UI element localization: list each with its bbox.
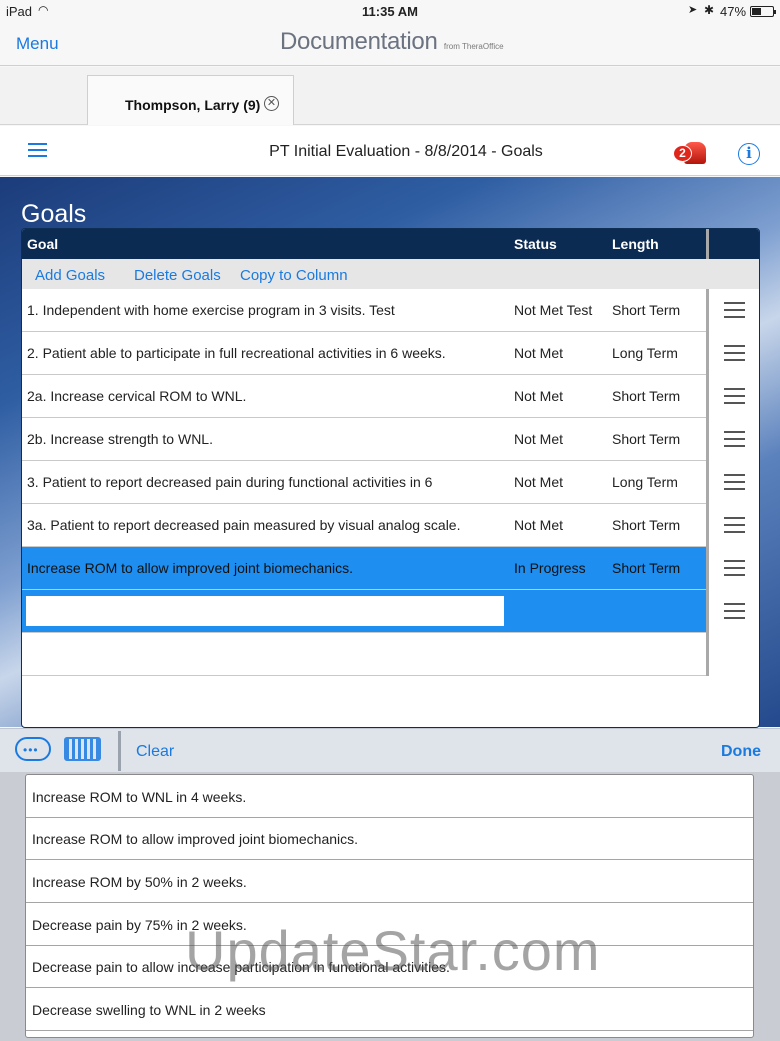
reorder-handle-icon[interactable] bbox=[724, 345, 745, 361]
battery-icon bbox=[750, 6, 776, 17]
logo-text: Documentation bbox=[280, 28, 438, 55]
suggestion-item[interactable]: Decrease pain by 75% in 2 weeks. bbox=[26, 903, 753, 946]
table-toolbar: Add Goals Delete Goals Copy to Column bbox=[22, 259, 759, 289]
status-cell: Not Met bbox=[514, 474, 564, 490]
suggestion-text: Decrease pain by 75% in 2 weeks. bbox=[32, 917, 247, 933]
done-button[interactable]: Done bbox=[721, 743, 761, 761]
logo-subtitle: from TheraOffice bbox=[443, 42, 504, 51]
length-cell: Short Term bbox=[612, 517, 681, 533]
reorder-handle-icon[interactable] bbox=[724, 517, 745, 533]
alert-count-badge: 2 bbox=[673, 145, 692, 162]
battery-fill bbox=[752, 8, 762, 15]
column-divider bbox=[706, 229, 709, 259]
reorder-handle-icon[interactable] bbox=[724, 431, 745, 447]
goals-table: Goal Status Length Add Goals Delete Goal… bbox=[21, 228, 760, 728]
suggestion-text: Increase ROM by 50% in 2 weeks. bbox=[32, 874, 247, 890]
bluetooth-icon: ✱ bbox=[704, 3, 715, 17]
row-handle-area bbox=[706, 289, 759, 332]
clear-button[interactable]: Clear bbox=[136, 743, 174, 761]
form-header: PT Initial Evaluation - 8/8/2014 - Goals… bbox=[0, 126, 780, 176]
nav-bar: Menu Documentation from TheraOffice bbox=[0, 22, 780, 66]
suggestion-text: Decrease swelling to WNL in 2 weeks bbox=[32, 1002, 266, 1018]
row-handle-area bbox=[706, 504, 759, 547]
section-heading: Goals bbox=[21, 200, 87, 228]
app-logo: Documentation from TheraOffice bbox=[280, 28, 504, 56]
table-row[interactable]: 3a. Patient to report decreased pain mea… bbox=[22, 504, 759, 547]
row-handle-area bbox=[706, 633, 759, 676]
length-cell: Long Term bbox=[612, 474, 678, 490]
speech-bubble-icon[interactable]: ••• bbox=[15, 737, 51, 761]
table-header: Goal Status Length bbox=[22, 229, 759, 259]
column-header-length[interactable]: Length bbox=[612, 236, 659, 252]
patient-tab[interactable]: Thompson, Larry (9) ✕ bbox=[87, 75, 294, 125]
status-cell: In Progress bbox=[514, 560, 586, 576]
suggestion-item[interactable]: Decrease pain to allow increase particip… bbox=[26, 945, 753, 988]
close-tab-icon[interactable]: ✕ bbox=[264, 96, 279, 111]
input-accessory-bar: ••• Clear Done bbox=[0, 728, 780, 772]
reorder-handle-icon[interactable] bbox=[724, 474, 745, 490]
suggestion-item[interactable]: Increase ROM by 50% in 2 weeks. bbox=[26, 860, 753, 903]
table-row[interactable]: 2. Patient able to participate in full r… bbox=[22, 332, 759, 375]
length-cell: Long Term bbox=[612, 345, 678, 361]
length-cell: Short Term bbox=[612, 302, 681, 318]
keyboard-icon[interactable] bbox=[64, 737, 101, 761]
patient-name: Thompson, Larry (9) bbox=[125, 97, 261, 113]
row-handle-area bbox=[706, 547, 759, 590]
goal-cell: 1. Independent with home exercise progra… bbox=[27, 302, 395, 318]
row-handle-area bbox=[706, 590, 759, 633]
table-row[interactable]: 2b. Increase strength to WNL. Not Met Sh… bbox=[22, 418, 759, 461]
alert-bell-button[interactable]: 2 bbox=[673, 140, 709, 164]
add-goals-button[interactable]: Add Goals bbox=[35, 267, 105, 284]
reorder-handle-icon[interactable] bbox=[724, 302, 745, 318]
goal-edit-field[interactable] bbox=[26, 596, 504, 626]
row-handle-area bbox=[706, 461, 759, 504]
table-row-selected[interactable]: Increase ROM to allow improved joint bio… bbox=[22, 547, 759, 590]
battery-percent: 47% bbox=[720, 4, 747, 19]
status-cell: Not Met Test bbox=[514, 302, 593, 318]
suggestion-item[interactable]: Increase ROM to allow improved joint bio… bbox=[26, 817, 753, 860]
goal-cell: 3a. Patient to report decreased pain mea… bbox=[27, 517, 461, 533]
row-handle-area bbox=[706, 375, 759, 418]
suggestion-text: Decrease pain to allow increase particip… bbox=[32, 959, 450, 975]
clock: 11:35 AM bbox=[362, 4, 418, 19]
goal-cell: 2. Patient able to participate in full r… bbox=[27, 345, 446, 361]
suggestion-item[interactable]: Decrease swelling to WNL in 2 weeks bbox=[26, 988, 753, 1031]
length-cell: Short Term bbox=[612, 560, 681, 576]
status-bar: iPad ◠ 11:35 AM ➤ ✱ 47% bbox=[0, 0, 780, 22]
divider bbox=[118, 731, 121, 771]
column-header-goal[interactable]: Goal bbox=[27, 236, 58, 252]
status-cell: Not Met bbox=[514, 517, 564, 533]
table-row[interactable]: 3. Patient to report decreased pain duri… bbox=[22, 461, 759, 504]
table-row-empty[interactable] bbox=[22, 633, 759, 676]
reorder-handle-icon[interactable] bbox=[724, 560, 745, 576]
goal-cell: 3. Patient to report decreased pain duri… bbox=[27, 474, 433, 490]
delete-goals-button[interactable]: Delete Goals bbox=[134, 267, 221, 284]
form-title: PT Initial Evaluation - 8/8/2014 - Goals bbox=[269, 143, 543, 160]
length-cell: Short Term bbox=[612, 388, 681, 404]
table-row[interactable]: 1. Independent with home exercise progra… bbox=[22, 289, 759, 332]
suggestion-item[interactable]: Increase ROM to WNL in 4 weeks. bbox=[26, 775, 753, 818]
menu-button[interactable]: Menu bbox=[16, 34, 59, 54]
reorder-handle-icon[interactable] bbox=[724, 603, 745, 619]
column-header-status[interactable]: Status bbox=[514, 236, 557, 252]
goal-cell: 2b. Increase strength to WNL. bbox=[27, 431, 213, 447]
suggestion-text: Increase ROM to allow improved joint bio… bbox=[32, 831, 359, 847]
reorder-handle-icon[interactable] bbox=[724, 388, 745, 404]
suggestion-list: Increase ROM to WNL in 4 weeks. Increase… bbox=[25, 774, 754, 1038]
length-cell: Short Term bbox=[612, 431, 681, 447]
status-cell: Not Met bbox=[514, 388, 564, 404]
goal-cell: Increase ROM to allow improved joint bio… bbox=[27, 560, 354, 576]
goal-cell: 2a. Increase cervical ROM to WNL. bbox=[27, 388, 247, 404]
patient-tab-strip: Thompson, Larry (9) ✕ bbox=[0, 67, 780, 125]
table-row-editing[interactable] bbox=[22, 590, 759, 633]
status-cell: Not Met bbox=[514, 345, 564, 361]
row-handle-area bbox=[706, 418, 759, 461]
suggestion-text: Increase ROM to WNL in 4 weeks. bbox=[32, 789, 247, 805]
status-cell: Not Met bbox=[514, 431, 564, 447]
info-icon[interactable]: i bbox=[738, 143, 760, 165]
location-icon: ➤ bbox=[688, 4, 698, 16]
table-row[interactable]: 2a. Increase cervical ROM to WNL. Not Me… bbox=[22, 375, 759, 418]
row-handle-area bbox=[706, 332, 759, 375]
copy-to-column-button[interactable]: Copy to Column bbox=[240, 267, 348, 284]
